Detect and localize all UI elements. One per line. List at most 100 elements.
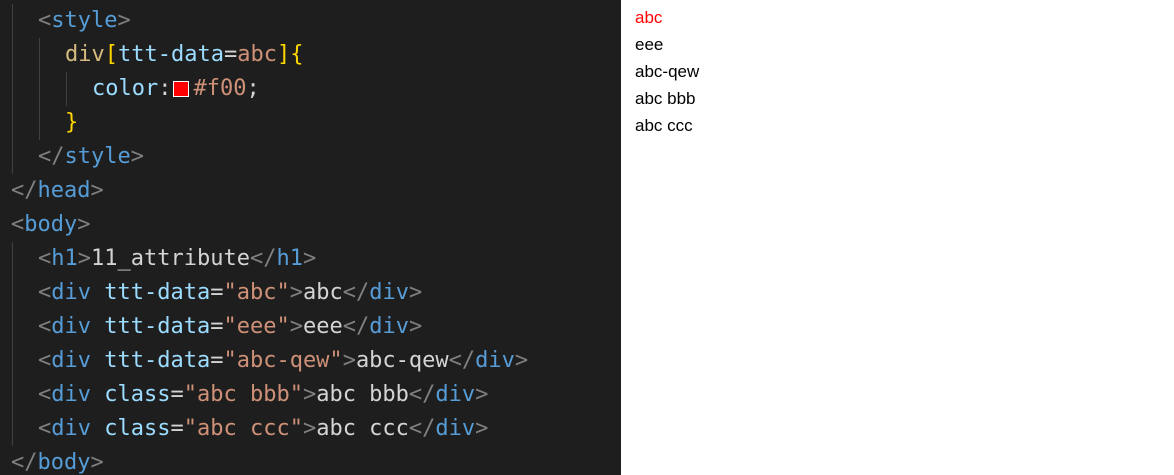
code-token: = (170, 382, 184, 407)
code-token: div (51, 382, 91, 407)
code-token: </ (342, 314, 370, 339)
code-line[interactable]: </head> (0, 174, 621, 208)
code-token: < (38, 348, 52, 373)
code-token: </ (11, 178, 38, 203)
code-token: </ (342, 280, 370, 305)
code-line[interactable]: color: #f00; (0, 72, 621, 106)
code-token: { (290, 42, 304, 67)
code-token: div (65, 42, 105, 67)
indent-guide (39, 38, 40, 72)
code-token: div (51, 280, 91, 305)
code-token: = (210, 314, 224, 339)
color-swatch-icon[interactable] (173, 81, 190, 97)
code-token: body (37, 450, 91, 475)
code-token: ] (276, 42, 291, 67)
code-token: style (51, 8, 118, 33)
code-token: > (90, 178, 104, 203)
code-token: class (104, 416, 171, 441)
code-token: color (92, 76, 159, 101)
code-line[interactable]: </body> (0, 446, 621, 475)
code-token: div (475, 348, 515, 373)
code-token: < (38, 280, 52, 305)
preview-div: abc ccc (635, 116, 693, 135)
code-token: abc (302, 280, 343, 305)
code-text: color: #f00; (92, 72, 260, 106)
code-text: <div ttt-data="eee">eee</div> (38, 310, 422, 344)
app-window: <style> div[ttt-data=abc]{color: #f00;} </s… (0, 0, 1174, 475)
indent-guide (12, 106, 13, 140)
code-line[interactable]: div[ttt-data=abc]{ (0, 38, 621, 72)
code-token: > (408, 280, 423, 305)
indent-guide (39, 72, 40, 106)
code-token: </ (249, 246, 277, 271)
code-token: > (302, 416, 317, 441)
code-token: < (38, 416, 52, 441)
indent-guide (12, 276, 13, 310)
code-token: = (210, 348, 224, 373)
code-text: <div ttt-data="abc-qew">abc-qew</div> (38, 344, 528, 378)
code-text: <div class="abc bbb">abc bbb</div> (38, 378, 488, 412)
code-token: 11_attribute (91, 246, 250, 271)
code-token: </ (448, 348, 476, 373)
indent-guide (12, 344, 13, 378)
preview-div: eee (635, 35, 664, 54)
code-line[interactable]: <h1>11_attribute</h1> (0, 242, 621, 276)
code-line[interactable]: <div ttt-data="abc-qew">abc-qew</div> (0, 344, 621, 378)
code-token: #f00 (193, 76, 247, 101)
indent-guide (12, 412, 13, 446)
code-token: ttt-data (104, 348, 211, 373)
code-token: </ (38, 144, 65, 169)
code-token: </ (408, 416, 436, 441)
preview-div: abc bbb (635, 89, 696, 108)
code-token: "eee" (223, 314, 290, 339)
code-token: h1 (276, 246, 303, 271)
code-line[interactable]: <div ttt-data="eee">eee</div> (0, 310, 621, 344)
code-text: <body> (11, 208, 90, 242)
code-line[interactable]: <div class="abc ccc">abc ccc</div> (0, 412, 621, 446)
code-editor[interactable]: <style> div[ttt-data=abc]{color: #f00;} </s… (0, 0, 621, 475)
preview-div: abc (635, 8, 663, 27)
code-token: div (51, 416, 91, 441)
code-text: </head> (11, 174, 104, 208)
preview-content: abc eee abc-qew abc bbb abc ccc (635, 4, 699, 139)
code-token: = (223, 42, 238, 67)
code-line[interactable]: <body> (0, 208, 621, 242)
code-token: = (170, 416, 184, 441)
code-token: < (38, 314, 52, 339)
code-token: div (369, 314, 409, 339)
code-token: > (117, 8, 131, 33)
code-token: style (64, 144, 131, 169)
code-token: div (369, 280, 409, 305)
code-token: "abc bbb" (183, 382, 303, 407)
code-text: <style> (38, 4, 131, 38)
code-token: [ (104, 42, 118, 67)
code-token: : (158, 76, 172, 101)
code-text: <h1>11_attribute</h1> (38, 242, 316, 276)
code-line[interactable]: </style> (0, 140, 621, 174)
code-line[interactable]: <style> (0, 4, 621, 38)
code-token: body (24, 212, 78, 237)
code-token: > (475, 382, 489, 407)
code-token: abc ccc (316, 416, 409, 441)
code-line[interactable]: <div ttt-data="abc">abc</div> (0, 276, 621, 310)
code-token: > (514, 348, 529, 373)
code-text: <div ttt-data="abc">abc</div> (38, 276, 422, 310)
code-token: </ (11, 450, 38, 475)
code-token: "abc" (223, 280, 290, 305)
code-token: </ (408, 382, 436, 407)
code-token: > (130, 144, 144, 169)
code-token: > (77, 212, 91, 237)
code-line[interactable]: } (0, 106, 621, 140)
code-token: abc-qew (355, 348, 449, 373)
code-line[interactable]: <div class="abc bbb">abc bbb</div> (0, 378, 621, 412)
code-token: > (475, 416, 489, 441)
indent-guide (39, 106, 40, 140)
browser-preview: abc eee abc-qew abc bbb abc ccc (621, 0, 1174, 475)
code-token: div (51, 348, 91, 373)
code-token: div (435, 416, 476, 441)
indent-guide (12, 310, 13, 344)
